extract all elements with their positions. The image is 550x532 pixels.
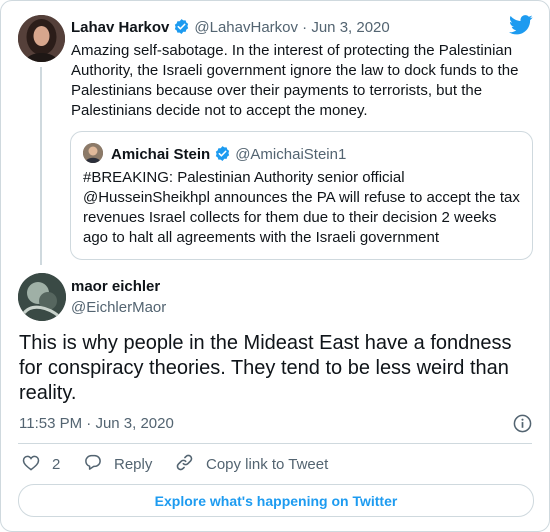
verified-badge-icon — [173, 18, 190, 40]
amichai-stein-avatar — [83, 143, 103, 163]
embedded-tweet-card: Lahav Harkov @LahavHarkov · Jun 3, 2020 A… — [0, 0, 550, 532]
reply-label: Reply — [114, 456, 153, 473]
separator-dot: · — [302, 19, 308, 36]
reply-tweet-text: This is why people in the Mideast East h… — [19, 332, 512, 404]
quoted-author-name: Amichai Stein — [111, 146, 211, 163]
reply-button[interactable]: Reply — [84, 453, 153, 477]
tweet-date: Jun 3, 2020 — [95, 415, 174, 432]
quoted-tweet-header: Amichai Stein @AmichaiStein1 — [111, 145, 346, 167]
parent-tweet-date[interactable]: Jun 3, 2020 — [311, 19, 389, 36]
parent-tweet-text: Amazing self-sabotage. In the interest o… — [71, 42, 519, 119]
quoted-tweet-text: #BREAKING: Palestinian Authority senior … — [83, 169, 520, 246]
tweet-time: 11:53 PM — [19, 415, 83, 432]
copy-link-label: Copy link to Tweet — [206, 456, 329, 473]
divider — [18, 443, 532, 444]
quoted-tweet[interactable]: Amichai Stein @AmichaiStein1 #BREAKING: P… — [70, 131, 533, 260]
copy-link-button[interactable]: Copy link to Tweet — [175, 453, 329, 478]
verified-badge-icon — [214, 145, 231, 167]
tweet-timestamp[interactable]: 11:53 PM · Jun 3, 2020 — [19, 415, 174, 433]
reply-author-name[interactable]: maor eichler — [71, 278, 160, 296]
parent-author-handle[interactable]: @LahavHarkov — [194, 19, 298, 36]
explore-twitter-button[interactable]: Explore what's happening on Twitter — [18, 484, 534, 517]
quoted-author-handle: @AmichaiStein1 — [235, 146, 347, 163]
info-icon[interactable] — [513, 414, 532, 433]
link-icon — [175, 453, 206, 478]
reply-author-handle[interactable]: @EichlerMaor — [71, 299, 166, 317]
like-count: 2 — [52, 456, 61, 473]
like-button[interactable]: 2 — [22, 455, 60, 475]
thread-connector-line — [40, 67, 42, 265]
separator-dot: · — [86, 415, 92, 432]
parent-tweet-header: Lahav Harkov @LahavHarkov · Jun 3, 2020 — [71, 18, 390, 40]
reply-bubble-icon — [84, 453, 114, 477]
lahav-harkov-avatar[interactable] — [18, 15, 65, 62]
heart-icon — [22, 454, 52, 477]
twitter-logo-icon[interactable] — [509, 15, 533, 35]
maor-eichler-avatar[interactable] — [18, 273, 66, 321]
parent-author-name[interactable]: Lahav Harkov — [71, 19, 169, 36]
explore-label: Explore what's happening on Twitter — [154, 492, 398, 509]
